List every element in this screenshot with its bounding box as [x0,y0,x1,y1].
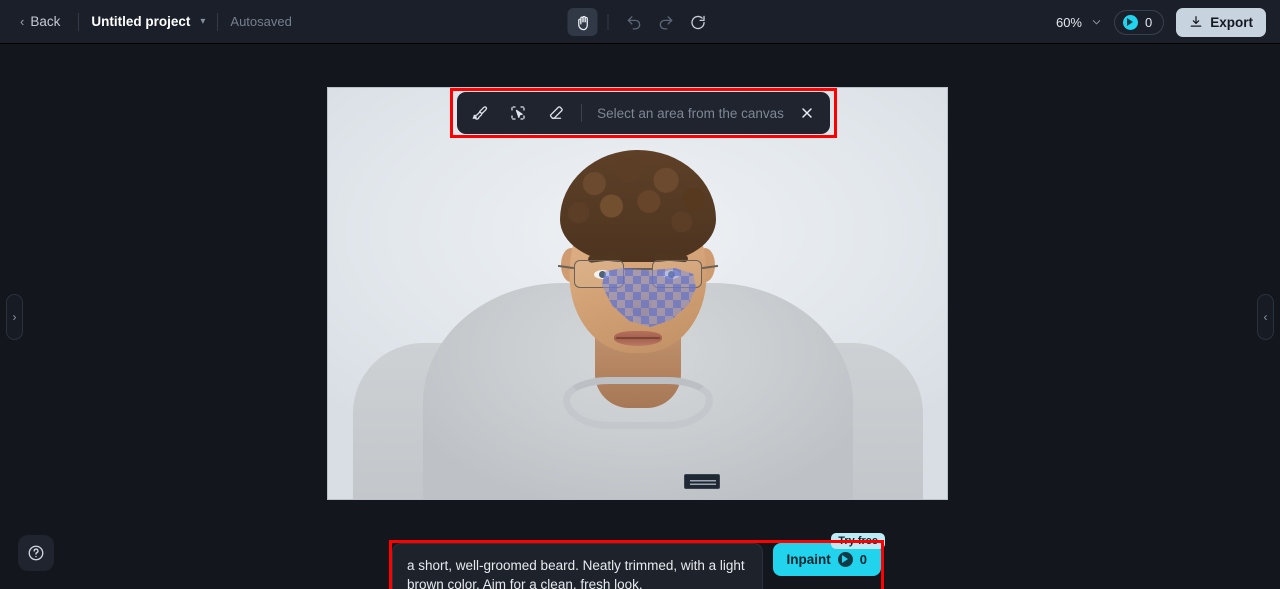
brush-tool-button[interactable] [464,98,496,128]
export-button-label: Export [1210,14,1253,30]
zoom-level-value: 60% [1055,14,1082,30]
right-panel-toggle[interactable]: ‹ [1257,293,1274,340]
credit-coin-icon [1123,14,1138,30]
autosave-status: Autosaved [230,14,292,29]
clothing-label [684,474,720,489]
inpaint-action-group: Inpaint 0 Try free [772,533,885,576]
close-selection-button[interactable] [790,96,824,130]
prompt-dock: a short, well-groomed beard. Neatly trim… [392,533,885,589]
prompt-text: a short, well-groomed beard. Neatly trim… [407,558,745,589]
brush-icon [472,106,488,120]
back-button[interactable]: ‹ Back [14,10,66,33]
header-right-group: 60% 0 Export [1056,0,1266,44]
chevron-left-icon: ‹ [20,14,25,29]
divider [581,104,582,122]
smart-select-icon [511,106,525,120]
refresh-icon [690,15,705,29]
header-tools-group [567,0,713,44]
hand-tool-button[interactable] [567,8,598,36]
selection-toolbar: Select an area from the canvas [457,92,830,134]
image-editor-app: ‹ Back Untitled project ▾ Autosaved 60% … [0,0,1280,589]
chevron-left-icon: ‹ [1263,309,1268,324]
credit-coin-icon [837,552,853,567]
try-free-badge: Try free [831,533,885,549]
export-button[interactable]: Export [1176,7,1266,37]
canvas-image[interactable] [327,87,948,500]
chevron-right-icon: › [12,309,17,324]
lips [613,331,662,346]
sweater-collar [562,377,713,429]
credits-count: 0 [1145,14,1153,30]
divider [217,12,219,31]
inpaint-credit-cost: 0 [859,552,867,567]
close-icon [802,108,812,118]
undo-button[interactable] [619,8,649,36]
inpaint-button-label: Inpaint [786,552,831,567]
smart-select-tool-button[interactable] [502,98,534,128]
header-left-group: ‹ Back Untitled project ▾ Autosaved [0,0,292,43]
left-panel-toggle[interactable]: › [6,293,23,340]
prompt-input[interactable]: a short, well-groomed beard. Neatly trim… [392,543,763,589]
undo-icon [627,15,640,30]
back-button-label: Back [30,14,61,29]
chevron-down-icon [1092,19,1101,24]
chevron-down-icon[interactable]: ▾ [200,16,205,27]
canvas-area[interactable]: Select an area from the canvas a short, … [0,44,1280,589]
hair [559,150,716,262]
redo-button[interactable] [651,8,681,36]
eraser-tool-button[interactable] [540,98,572,128]
credits-badge[interactable]: 0 [1114,9,1165,35]
redo-icon [659,15,672,30]
help-circle-icon [28,545,44,561]
project-title[interactable]: Untitled project [91,14,190,29]
app-header: ‹ Back Untitled project ▾ Autosaved 60% … [0,0,1280,44]
help-button[interactable] [18,535,54,571]
selection-hint-text[interactable]: Select an area from the canvas [591,106,790,121]
hand-icon [577,15,588,30]
divider [607,14,609,30]
zoom-control[interactable]: 60% [1056,15,1102,30]
divider [78,12,80,31]
eraser-icon [549,106,563,120]
download-icon [1190,16,1202,27]
reset-button[interactable] [683,8,713,36]
